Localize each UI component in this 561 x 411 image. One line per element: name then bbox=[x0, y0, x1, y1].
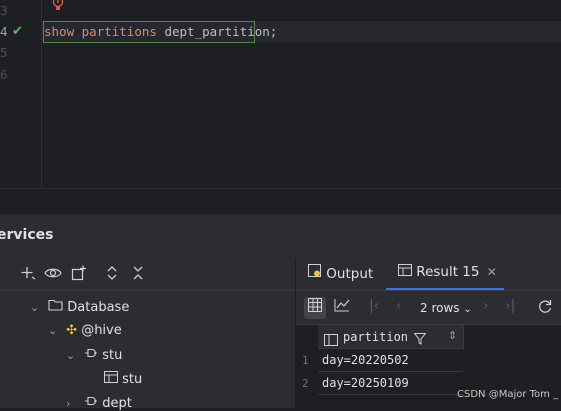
eye-icon[interactable] bbox=[44, 265, 62, 285]
first-page-icon[interactable]: |‹ bbox=[369, 298, 379, 314]
services-header bbox=[0, 214, 561, 258]
line-number: 3 bbox=[0, 4, 8, 18]
tab-label: Result 15 bbox=[416, 264, 480, 280]
code-line[interactable]: show partitions dept_partition; bbox=[44, 24, 277, 39]
table-cell[interactable]: day=20220502 bbox=[322, 353, 409, 367]
tree-item-label: Database bbox=[67, 300, 130, 315]
refresh-icon[interactable] bbox=[537, 298, 553, 318]
rows-count-dropdown[interactable]: 2 rows ⌄ bbox=[420, 301, 472, 315]
plug-icon bbox=[84, 348, 98, 363]
row-number: 1 bbox=[302, 354, 309, 367]
chevron-down-icon: ⌄ bbox=[30, 301, 40, 314]
services-title: ervices bbox=[0, 227, 54, 243]
tree-item-stu-session[interactable]: ⌄ stu bbox=[66, 347, 122, 363]
collapse-all-icon[interactable] bbox=[132, 265, 144, 285]
row-divider bbox=[318, 394, 463, 395]
active-tab-indicator bbox=[386, 288, 504, 290]
tree-item-label: @hive bbox=[81, 323, 122, 338]
table-icon bbox=[398, 264, 412, 280]
tab-output[interactable]: Output bbox=[308, 264, 373, 282]
previous-page-icon[interactable]: ‹ bbox=[396, 298, 402, 314]
line-number: 4 bbox=[0, 25, 8, 39]
add-icon[interactable] bbox=[20, 265, 36, 285]
last-page-icon[interactable]: ›| bbox=[505, 298, 515, 314]
plug-icon bbox=[84, 396, 98, 411]
tree-item-database[interactable]: ⌄ Database bbox=[30, 299, 129, 315]
chevron-down-icon: ⌄ bbox=[66, 349, 76, 362]
tree-item-hive[interactable]: ⌄ ✣ @hive bbox=[48, 323, 122, 338]
sort-icon[interactable]: ⇕ bbox=[448, 329, 457, 342]
close-icon[interactable]: ✕ bbox=[487, 265, 497, 279]
code-keyword: show bbox=[44, 24, 75, 39]
output-icon bbox=[308, 264, 322, 282]
code-identifier: dept_partition bbox=[164, 24, 270, 39]
column-icon bbox=[324, 331, 338, 350]
next-page-icon[interactable]: › bbox=[483, 298, 489, 314]
tree-item-label: stu bbox=[102, 348, 123, 363]
row-divider bbox=[318, 371, 463, 372]
tab-result[interactable]: Result 15 ✕ bbox=[398, 264, 497, 280]
expand-all-icon[interactable] bbox=[106, 265, 118, 285]
table-cell[interactable]: day=20250109 bbox=[322, 376, 409, 390]
panel-separator[interactable] bbox=[0, 188, 561, 215]
line-number: 6 bbox=[0, 68, 8, 82]
check-icon: ✔ bbox=[12, 24, 23, 39]
tree-item-label: dept bbox=[102, 396, 132, 411]
folder-icon bbox=[48, 299, 63, 315]
row-number: 2 bbox=[302, 377, 309, 390]
tree-item-label: stu bbox=[122, 372, 143, 387]
code-keyword: partitions bbox=[81, 24, 157, 39]
table-icon bbox=[104, 371, 118, 387]
hive-icon: ✣ bbox=[66, 323, 78, 338]
tree-item-dept[interactable]: › dept bbox=[66, 395, 132, 411]
chevron-down-icon: ⌄ bbox=[48, 324, 58, 337]
line-number: 5 bbox=[0, 46, 8, 60]
grid-icon bbox=[308, 298, 322, 316]
filter-icon[interactable] bbox=[413, 330, 427, 349]
code-semicolon: ; bbox=[269, 24, 278, 39]
watermark: CSDN @Major Tom _ bbox=[457, 389, 559, 400]
chevron-down-icon: ⌄ bbox=[463, 304, 472, 315]
warning-bulb-icon[interactable] bbox=[52, 0, 64, 15]
column-header-label: partition bbox=[343, 330, 409, 344]
rows-count-label: 2 rows bbox=[420, 301, 460, 315]
tree-item-stu-table[interactable]: stu bbox=[104, 371, 142, 387]
chevron-right-icon: › bbox=[66, 397, 71, 410]
tab-label: Output bbox=[326, 266, 374, 282]
chart-icon[interactable] bbox=[334, 298, 350, 316]
new-tab-icon[interactable] bbox=[71, 265, 87, 285]
